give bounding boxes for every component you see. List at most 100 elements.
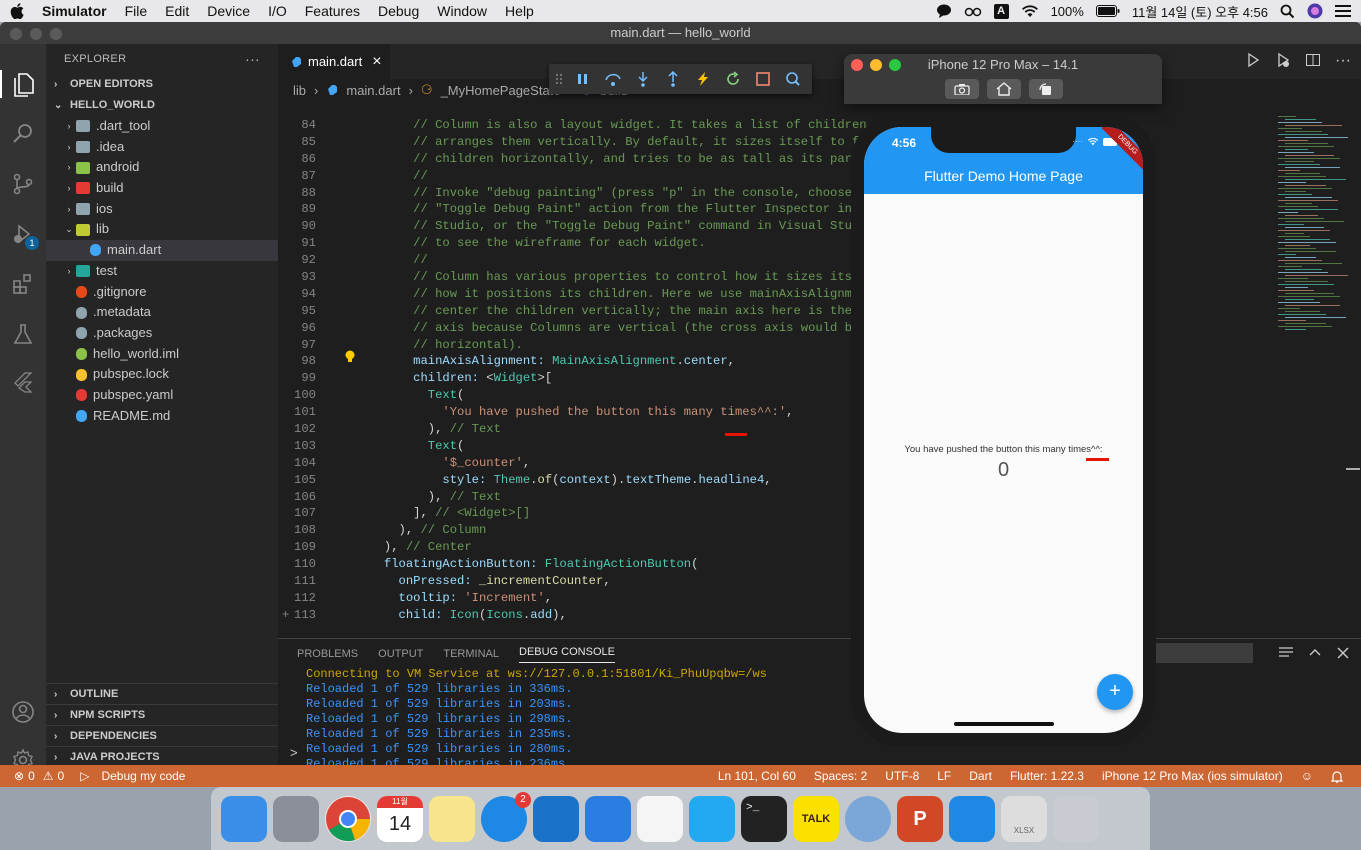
dock-preview-icon[interactable] (845, 795, 891, 842)
code-line[interactable]: 113 child: Icon(Icons.add), (278, 607, 848, 624)
control-center-icon[interactable] (1335, 5, 1351, 17)
folder-item[interactable]: › .dart_tool (46, 116, 278, 137)
encoding[interactable]: UTF-8 (885, 769, 919, 783)
code-line[interactable]: 93 // Column has various properties to c… (278, 269, 874, 286)
drag-handle-icon[interactable] (555, 72, 563, 86)
dock-calendar-icon[interactable]: 11월 14 (377, 795, 423, 842)
hot-reload-icon[interactable] (693, 71, 713, 87)
run-file-icon[interactable] (1245, 52, 1261, 70)
indentation[interactable]: Spaces: 2 (814, 769, 867, 783)
sidebar-section[interactable]: › OUTLINE (46, 683, 278, 704)
dock-finder-icon[interactable] (221, 795, 267, 842)
breadcrumb-class[interactable]: _MyHomePageState (441, 83, 561, 98)
file-item[interactable]: hello_world.iml (46, 344, 278, 365)
folder-item[interactable]: › build (46, 178, 278, 199)
menu-item[interactable]: Features (305, 3, 360, 19)
folder-item[interactable]: › test (46, 261, 278, 282)
code-line[interactable]: 90 // Studio, or the "Toggle Debug Paint… (278, 218, 888, 235)
code-line[interactable]: 101 'You have pushed the button this man… (278, 404, 848, 421)
zoom-window-button[interactable] (50, 28, 62, 40)
testing-flask-icon[interactable] (9, 320, 37, 348)
step-into-icon[interactable] (633, 71, 653, 87)
dock-app-store-icon[interactable]: 2 (481, 791, 531, 842)
feedback-icon[interactable]: ☺ (1301, 769, 1313, 783)
file-item[interactable]: main.dart (46, 240, 278, 261)
menu-app-name[interactable]: Simulator (42, 3, 107, 19)
source-control-icon[interactable] (9, 170, 37, 198)
extensions-icon[interactable] (9, 270, 37, 298)
tab-main-dart[interactable]: main.dart × (278, 44, 390, 79)
menu-item[interactable]: Edit (165, 3, 189, 19)
panel-tab[interactable]: PROBLEMS (297, 648, 358, 660)
tab-close-icon[interactable]: × (372, 53, 381, 71)
explorer-icon[interactable] (0, 70, 46, 98)
breadcrumb-folder[interactable]: lib (293, 83, 306, 98)
sidebar-section[interactable]: › NPM SCRIPTS (46, 704, 278, 725)
debug-file-icon[interactable] (1275, 52, 1291, 70)
maximize-panel-icon[interactable] (1309, 647, 1321, 659)
folder-item[interactable]: › .idea (46, 137, 278, 158)
code-line[interactable]: 86 // children horizontally, and tries t… (278, 151, 881, 168)
project-section[interactable]: ⌄ HELLO_WORLD (46, 95, 278, 116)
chat-icon[interactable] (936, 4, 952, 18)
line-ending[interactable]: LF (937, 769, 951, 783)
file-item[interactable]: .gitignore (46, 282, 278, 303)
console-prompt[interactable]: > (290, 745, 298, 760)
filter-list-icon[interactable] (1279, 647, 1293, 659)
debug-config-label[interactable]: Debug my code (101, 769, 185, 783)
minimap[interactable] (1274, 116, 1349, 336)
code-line[interactable]: 105 style: Theme.of(context).textTheme.h… (278, 472, 848, 489)
file-item[interactable]: .metadata (46, 302, 278, 323)
code-line[interactable]: 91 // to see the wireframe for each widg… (278, 235, 848, 252)
flutter-version[interactable]: Flutter: 1.22.3 (1010, 769, 1084, 783)
dock-xlsx-file-icon[interactable]: XLSX (1001, 795, 1047, 842)
dock-simulator-icon[interactable] (949, 795, 995, 842)
close-panel-icon[interactable] (1337, 647, 1349, 659)
home-indicator[interactable] (954, 722, 1054, 726)
dock-xcode-instruments-icon[interactable] (533, 795, 579, 842)
flutter-icon[interactable] (9, 368, 37, 396)
dock-powerpoint-icon[interactable]: P (897, 795, 943, 842)
rotate-icon[interactable] (1029, 79, 1063, 99)
menu-item[interactable]: Debug (378, 3, 419, 19)
folder-item[interactable]: › android (46, 157, 278, 178)
sidebar-section[interactable]: › DEPENDENCIES (46, 725, 278, 746)
split-editor-icon[interactable] (1305, 52, 1321, 70)
code-line[interactable]: 104 '$_counter', (278, 455, 848, 472)
explorer-more-button[interactable]: ··· (245, 44, 260, 74)
code-line[interactable]: 107 ], // <Widget>[] (278, 505, 848, 522)
dock-unity-icon[interactable] (637, 795, 683, 842)
account-icon[interactable] (9, 698, 37, 726)
panel-tab[interactable]: OUTPUT (378, 648, 423, 660)
menu-item[interactable]: Device (207, 3, 250, 19)
close-window-button[interactable] (10, 28, 22, 40)
battery-icon[interactable] (1095, 5, 1120, 17)
sidebar-section[interactable]: › JAVA PROJECTS (46, 746, 278, 767)
step-over-icon[interactable] (603, 71, 623, 87)
code-line[interactable]: 96 // axis because Columns are vertical … (278, 320, 859, 337)
search-icon[interactable] (9, 120, 37, 148)
dock-xcode-icon[interactable] (585, 795, 631, 842)
dock-vscode-icon[interactable] (689, 795, 735, 842)
menubar-clock[interactable]: 11월 14일 (토) 오후 4:56 (1132, 2, 1268, 21)
restart-icon[interactable] (723, 71, 743, 87)
minimize-window-button[interactable] (30, 28, 42, 40)
open-editors-section[interactable]: › OPEN EDITORS (46, 74, 278, 95)
dock-terminal-icon[interactable]: >_ (741, 795, 787, 842)
menu-item[interactable]: Help (505, 3, 534, 19)
lightbulb-icon[interactable] (344, 350, 356, 364)
code-line[interactable]: 103 Text( (278, 438, 848, 455)
code-line[interactable]: 97 // horizontal). (278, 337, 848, 354)
code-line[interactable]: 111 onPressed: _incrementCounter, (278, 573, 848, 590)
code-line[interactable]: 92 // (278, 252, 848, 269)
panel-tab[interactable]: TERMINAL (443, 648, 499, 660)
debug-run-icon[interactable]: ▷ (80, 769, 89, 783)
step-out-icon[interactable] (663, 71, 683, 87)
code-line[interactable]: 94 // how it positions its children. Her… (278, 286, 874, 303)
code-line[interactable]: 98 mainAxisAlignment: MainAxisAlignment.… (278, 353, 848, 370)
file-item[interactable]: .packages (46, 323, 278, 344)
code-line[interactable]: 84 // Column is also a layout widget. It… (278, 117, 895, 134)
file-item[interactable]: README.md (46, 406, 278, 427)
code-line[interactable]: 88 // Invoke "debug painting" (press "p"… (278, 185, 881, 202)
folder-item[interactable]: ⌄ lib (46, 219, 278, 240)
